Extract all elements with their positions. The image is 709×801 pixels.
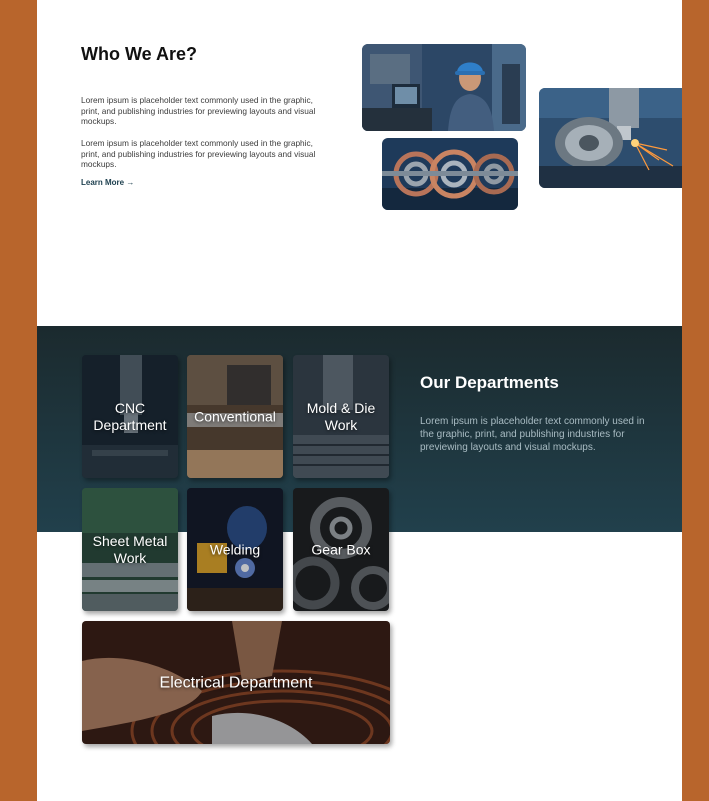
learn-more-link[interactable]: Learn More → — [81, 178, 134, 187]
card-label: Sheet Metal Work — [92, 532, 168, 566]
page: Who We Are? Lorem ipsum is placeholder t… — [37, 0, 682, 801]
departments-description: Lorem ipsum is placeholder text commonly… — [420, 416, 645, 453]
departments-title: Our Departments — [420, 373, 559, 392]
card-label: CNC Department — [93, 399, 167, 433]
bearings-photo — [382, 138, 518, 210]
card-gear-box[interactable]: Gear Box — [293, 488, 389, 611]
card-label: Mold & Die Work — [306, 399, 376, 433]
card-mold-die-work[interactable]: Mold & Die Work — [293, 355, 389, 478]
card-label: Conventional — [194, 408, 276, 424]
card-conventional[interactable]: Conventional — [187, 355, 283, 478]
about-paragraph-2: Lorem ipsum is placeholder text commonly… — [81, 138, 316, 169]
about-title: Who We Are? — [81, 44, 197, 64]
worker-photo — [362, 44, 526, 131]
card-sheet-metal-work[interactable]: Sheet Metal Work — [82, 488, 178, 611]
card-cnc-department[interactable]: CNC Department — [82, 355, 178, 478]
card-label: Electrical Department — [159, 674, 313, 691]
card-label: Welding — [209, 541, 261, 557]
card-electrical-department[interactable]: Electrical Department — [82, 621, 390, 744]
machining-spark-photo — [539, 88, 682, 188]
card-welding[interactable]: Welding — [187, 488, 283, 611]
card-label: Gear Box — [311, 541, 371, 557]
about-paragraph-1: Lorem ipsum is placeholder text commonly… — [81, 95, 316, 126]
